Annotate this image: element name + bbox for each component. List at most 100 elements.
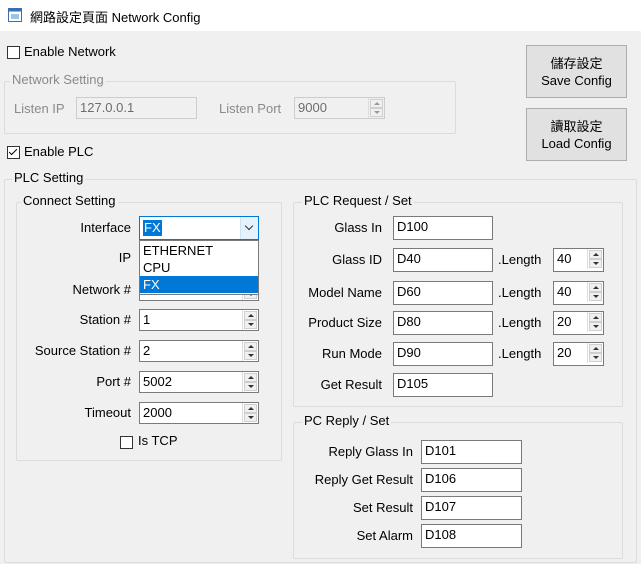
port-number-label: Port # bbox=[96, 374, 131, 389]
run-mode-length-spinner[interactable]: 20 bbox=[553, 342, 604, 366]
interface-dropdown-list: ETHERNET CPU FX bbox=[139, 240, 259, 295]
model-name-label: Model Name bbox=[308, 285, 382, 300]
run-mode-length-arrows bbox=[587, 343, 603, 363]
model-name-length-label: .Length bbox=[498, 285, 542, 300]
station-number-label: Station # bbox=[79, 312, 131, 327]
run-mode-length-value: 20 bbox=[557, 345, 572, 360]
listen-port-value: 9000 bbox=[298, 100, 327, 115]
model-name-length-spinner[interactable]: 40 bbox=[553, 281, 604, 305]
plc-setting-title: PLC Setting bbox=[12, 170, 86, 185]
set-result-input[interactable]: D107 bbox=[421, 496, 522, 520]
source-station-arrows bbox=[242, 341, 258, 361]
reply-glass-in-input[interactable]: D101 bbox=[421, 440, 522, 464]
set-alarm-label: Set Alarm bbox=[356, 528, 413, 543]
pc-reply-title: PC Reply / Set bbox=[302, 413, 392, 428]
run-mode-input[interactable]: D90 bbox=[393, 342, 493, 366]
timeout-arrows bbox=[242, 403, 258, 423]
load-config-button[interactable]: 讀取設定 Load Config bbox=[526, 108, 627, 161]
glass-id-length-spinner[interactable]: 40 bbox=[553, 248, 604, 272]
spin-up-icon[interactable] bbox=[244, 373, 257, 382]
spin-up-icon[interactable] bbox=[244, 311, 257, 320]
listen-port-label: Listen Port bbox=[219, 101, 282, 116]
get-result-label: Get Result bbox=[320, 377, 382, 392]
save-config-button[interactable]: 儲存設定 Save Config bbox=[526, 45, 627, 98]
spin-up-icon[interactable] bbox=[244, 404, 257, 413]
connect-setting-title: Connect Setting bbox=[21, 193, 118, 208]
station-number-spinner[interactable]: 1 bbox=[139, 309, 259, 331]
listen-port-arrows bbox=[368, 98, 384, 118]
interface-option-ethernet[interactable]: ETHERNET bbox=[140, 242, 258, 259]
set-result-label: Set Result bbox=[353, 500, 413, 515]
spin-up-icon[interactable] bbox=[589, 250, 602, 259]
glass-id-input[interactable]: D40 bbox=[393, 248, 493, 272]
listen-ip-label: Listen IP bbox=[14, 101, 65, 116]
app-icon bbox=[8, 8, 22, 22]
plc-request-title: PLC Request / Set bbox=[302, 193, 414, 208]
timeout-value: 2000 bbox=[143, 405, 172, 420]
enable-network-checkbox[interactable] bbox=[7, 46, 20, 59]
product-size-length-spinner[interactable]: 20 bbox=[553, 311, 604, 335]
enable-network-label[interactable]: Enable Network bbox=[24, 44, 116, 59]
enable-plc-label[interactable]: Enable PLC bbox=[24, 144, 93, 159]
save-config-zh: 儲存設定 bbox=[550, 56, 603, 71]
spin-down-icon[interactable] bbox=[370, 108, 383, 117]
product-size-length-arrows bbox=[587, 312, 603, 332]
glass-id-length-value: 40 bbox=[557, 251, 572, 266]
spin-up-icon[interactable] bbox=[589, 283, 602, 292]
interface-combobox[interactable]: FX bbox=[139, 216, 259, 240]
interface-selected-value: FX bbox=[143, 220, 162, 236]
model-name-length-arrows bbox=[587, 282, 603, 302]
network-setting-title: Network Setting bbox=[10, 72, 106, 87]
chevron-down-icon[interactable] bbox=[240, 217, 258, 239]
glass-in-label: Glass In bbox=[334, 220, 382, 235]
port-number-spinner[interactable]: 5002 bbox=[139, 371, 259, 393]
is-tcp-checkbox[interactable] bbox=[120, 436, 133, 449]
product-size-input[interactable]: D80 bbox=[393, 311, 493, 335]
glass-id-length-arrows bbox=[587, 249, 603, 269]
spin-up-icon[interactable] bbox=[589, 344, 602, 353]
source-station-spinner[interactable]: 2 bbox=[139, 340, 259, 362]
spin-down-icon[interactable] bbox=[244, 320, 257, 329]
get-result-input[interactable]: D105 bbox=[393, 373, 493, 397]
station-number-arrows bbox=[242, 310, 258, 330]
source-station-label: Source Station # bbox=[34, 343, 131, 358]
port-number-arrows bbox=[242, 372, 258, 392]
station-number-value: 1 bbox=[143, 312, 151, 327]
interface-option-cpu[interactable]: CPU bbox=[140, 259, 258, 276]
listen-port-spinner[interactable]: 9000 bbox=[294, 97, 385, 119]
model-name-input[interactable]: D60 bbox=[393, 281, 493, 305]
spin-down-icon[interactable] bbox=[244, 413, 257, 422]
reply-get-result-input[interactable]: D106 bbox=[421, 468, 522, 492]
spin-down-icon[interactable] bbox=[244, 351, 257, 360]
title-bar: 網路設定頁面 Network Config bbox=[0, 0, 641, 31]
source-station-value: 2 bbox=[143, 343, 151, 358]
spin-down-icon[interactable] bbox=[589, 259, 602, 268]
glass-in-input[interactable]: D100 bbox=[393, 216, 493, 240]
load-config-zh: 讀取設定 bbox=[550, 119, 603, 134]
spin-down-icon[interactable] bbox=[589, 353, 602, 362]
listen-ip-input[interactable]: 127.0.0.1 bbox=[76, 97, 197, 119]
run-mode-length-label: .Length bbox=[498, 346, 542, 361]
port-number-value: 5002 bbox=[143, 374, 172, 389]
interface-option-fx[interactable]: FX bbox=[140, 276, 258, 293]
model-name-length-value: 40 bbox=[557, 284, 572, 299]
load-config-en: Load Config bbox=[541, 136, 612, 151]
spin-down-icon[interactable] bbox=[589, 322, 602, 331]
run-mode-label: Run Mode bbox=[322, 346, 382, 361]
set-alarm-input[interactable]: D108 bbox=[421, 524, 522, 548]
is-tcp-label[interactable]: Is TCP bbox=[138, 433, 178, 448]
timeout-spinner[interactable]: 2000 bbox=[139, 402, 259, 424]
timeout-label: Timeout bbox=[84, 405, 131, 420]
spin-up-icon[interactable] bbox=[370, 99, 383, 108]
enable-plc-checkbox[interactable] bbox=[7, 146, 20, 159]
spin-down-icon[interactable] bbox=[244, 382, 257, 391]
spin-up-icon[interactable] bbox=[244, 342, 257, 351]
reply-glass-in-label: Reply Glass In bbox=[328, 444, 413, 459]
network-number-label: Network # bbox=[72, 282, 131, 297]
reply-get-result-label: Reply Get Result bbox=[314, 472, 413, 487]
spin-up-icon[interactable] bbox=[589, 313, 602, 322]
spin-down-icon[interactable] bbox=[589, 292, 602, 301]
window-title: 網路設定頁面 Network Config bbox=[30, 10, 201, 25]
product-size-length-value: 20 bbox=[557, 314, 572, 329]
save-config-en: Save Config bbox=[541, 73, 612, 88]
